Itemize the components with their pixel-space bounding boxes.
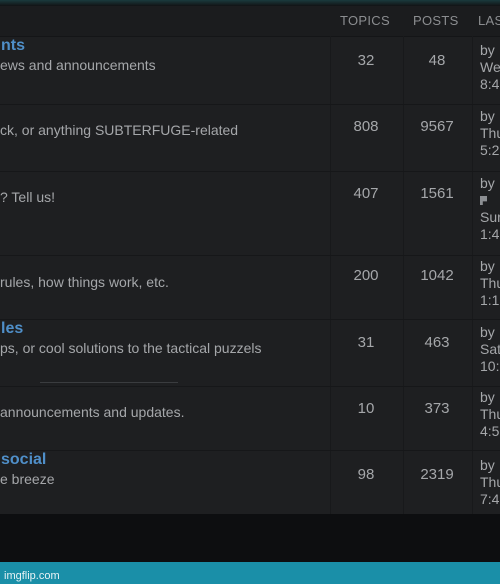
last-post-time: 10:: [480, 358, 500, 374]
forum-description: announcements and updates.: [0, 404, 185, 420]
last-post-day: Thu: [480, 474, 500, 490]
topics-count: 10: [357, 400, 375, 417]
posts-count: 373: [424, 400, 450, 417]
last-post-info[interactable]: by Sur 1:4: [480, 175, 500, 243]
last-post-info[interactable]: by We 8:4: [480, 42, 500, 93]
last-post-day: Thu: [480, 406, 500, 422]
last-post-time: 5:2: [480, 142, 500, 158]
last-post-time: 7:4: [480, 491, 500, 507]
forum-description: rules, how things work, etc.: [0, 274, 169, 290]
forum-description: ck, or anything SUBTERFUGE-related: [0, 122, 239, 138]
topics-count: 98: [357, 466, 375, 483]
posts-column-header: POSTS: [413, 13, 459, 28]
forum-row[interactable]: social e breeze 98 2319 by Thu 7:4: [0, 451, 500, 514]
posts-count: 9567: [420, 118, 454, 135]
forum-row[interactable]: les ps, or cool solutions to the tactica…: [0, 320, 500, 387]
last-post-time: 1:1: [480, 292, 500, 308]
forum-title-link[interactable]: nts: [1, 37, 25, 55]
last-post-by: by: [480, 389, 495, 405]
last-post-time: 8:4: [480, 76, 500, 92]
last-post-info[interactable]: by Thu 1:1: [480, 258, 500, 309]
posts-count: 2319: [420, 466, 454, 483]
user-rank-icon: [480, 196, 487, 205]
screenshot: TOPICS POSTS LAS nts ews and announcemen…: [0, 0, 500, 584]
last-post-day: Sur: [480, 209, 500, 225]
forum-description: e breeze: [0, 471, 55, 487]
posts-count: 48: [428, 52, 446, 69]
last-post-day: We: [480, 59, 500, 75]
forum-title-link[interactable]: social: [1, 451, 46, 469]
forum-row[interactable]: ck, or anything SUBTERFUGE-related 808 9…: [0, 105, 500, 172]
last-post-by: by: [480, 175, 495, 191]
posts-count: 1561: [420, 185, 454, 202]
topics-count: 407: [353, 185, 379, 202]
last-post-info[interactable]: by Thu 5:2: [480, 108, 500, 159]
watermark: imgflip.com: [4, 570, 60, 582]
topics-count: 31: [357, 334, 375, 351]
last-post-by: by: [480, 258, 495, 274]
topics-count: 808: [353, 118, 379, 135]
topics-count: 32: [357, 52, 375, 69]
last-post-time: 4:5: [480, 423, 500, 439]
last-post-info[interactable]: by Thu 7:4: [480, 457, 500, 508]
last-post-day: Sat: [480, 341, 500, 357]
last-post-info[interactable]: by Thu 4:5: [480, 389, 500, 440]
footer-bar: [0, 562, 500, 584]
last-post-by: by: [480, 457, 495, 473]
posts-count: 1042: [420, 267, 454, 284]
forum-row[interactable]: rules, how things work, etc. 200 1042 by…: [0, 256, 500, 320]
forum-title-link[interactable]: les: [1, 320, 23, 338]
divider: [40, 382, 178, 383]
last-post-by: by: [480, 42, 495, 58]
posts-count: 463: [424, 334, 450, 351]
last-post-time: 1:4: [480, 226, 500, 242]
forum-table: TOPICS POSTS LAS nts ews and announcemen…: [0, 6, 500, 514]
forum-row[interactable]: ? Tell us! 407 1561 by Sur 1:4: [0, 172, 500, 256]
last-post-column-header: LAS: [478, 13, 500, 28]
forum-description: ? Tell us!: [0, 189, 55, 205]
topics-count: 200: [353, 267, 379, 284]
last-post-day: Thu: [480, 125, 500, 141]
last-post-day: Thu: [480, 275, 500, 291]
last-post-by: by: [480, 108, 495, 124]
table-header: TOPICS POSTS LAS: [0, 6, 500, 37]
last-post-info[interactable]: by Sat 10:: [480, 324, 500, 375]
bottom-bezel: [0, 514, 500, 562]
forum-row[interactable]: announcements and updates. 10 373 by Thu…: [0, 387, 500, 451]
topics-column-header: TOPICS: [340, 13, 390, 28]
last-post-by: by: [480, 324, 495, 340]
forum-description: ps, or cool solutions to the tactical pu…: [0, 340, 262, 356]
forum-row[interactable]: nts ews and announcements 32 48 by We 8:…: [0, 37, 500, 105]
forum-description: ews and announcements: [0, 57, 156, 73]
